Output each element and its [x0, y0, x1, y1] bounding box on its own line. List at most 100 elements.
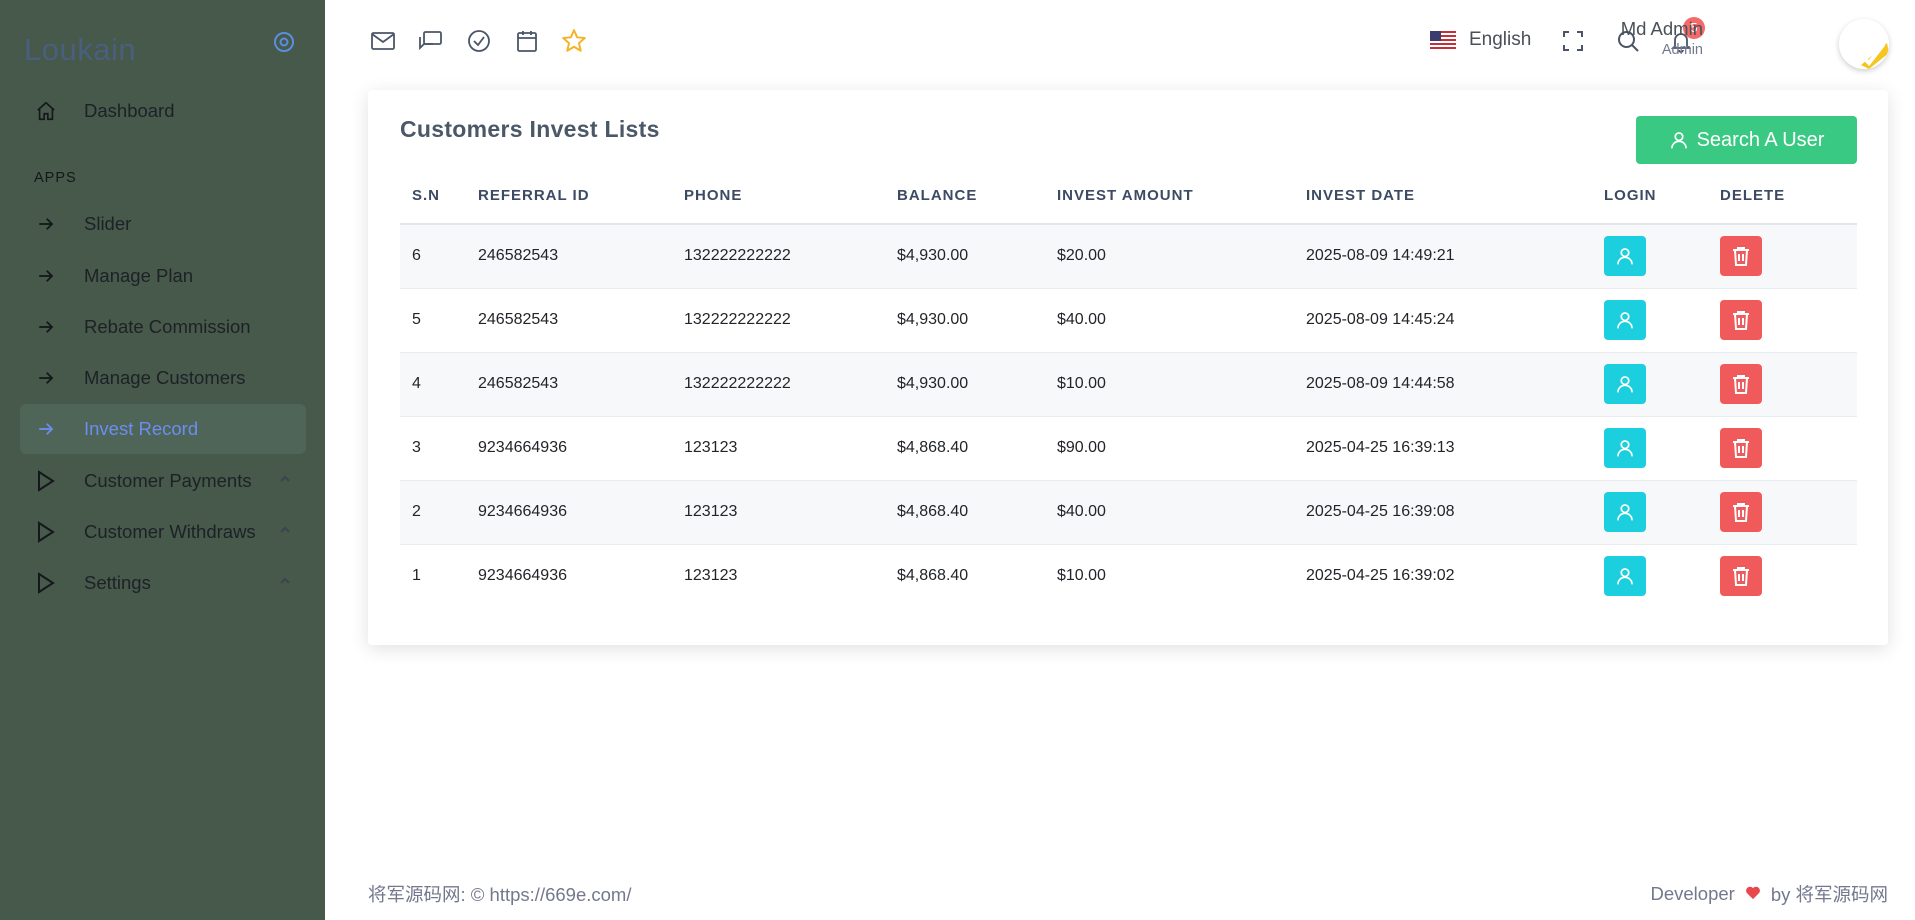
user-name[interactable]: Md Admin	[1621, 18, 1703, 40]
cell-login	[1604, 544, 1720, 608]
delete-button[interactable]	[1720, 364, 1762, 404]
cell-delete	[1720, 224, 1857, 289]
avatar[interactable]	[1839, 19, 1889, 69]
arrow-right-icon	[34, 366, 58, 390]
sidebar-item-manage-plan[interactable]: Manage Plan	[20, 251, 306, 301]
cell-invest-date: 2025-08-09 14:44:58	[1306, 352, 1604, 417]
delete-button[interactable]	[1720, 492, 1762, 532]
table-row: 1 9234664936 123123 $4,868.40 $10.00 202…	[400, 544, 1857, 608]
trash-icon	[1733, 503, 1749, 522]
check-circle-icon[interactable]	[466, 28, 492, 54]
cell-balance: $4,930.00	[897, 288, 1057, 353]
cell-sn: 3	[400, 416, 478, 481]
card-title: Customers Invest Lists	[400, 116, 660, 142]
trash-icon	[1733, 567, 1749, 587]
login-as-user-button[interactable]	[1604, 364, 1646, 404]
arrow-right-icon	[34, 417, 58, 441]
col-header-delete: DELETE	[1720, 168, 1857, 225]
login-as-user-button[interactable]	[1604, 556, 1646, 597]
login-as-user-button[interactable]	[1604, 492, 1646, 532]
sidebar-item-slider[interactable]: Slider	[20, 199, 306, 249]
language-selector[interactable]: English	[1430, 26, 1531, 54]
cell-invest-date: 2025-04-25 16:39:13	[1306, 416, 1604, 481]
col-header-invest-amount: INVEST AMOUNT	[1057, 168, 1306, 225]
cell-sn: 2	[400, 480, 478, 545]
table-row: 6 246582543 132222222222 $4,930.00 $20.0…	[400, 224, 1857, 289]
play-icon	[34, 469, 58, 493]
sidebar-item-customer-payments[interactable]: Customer Payments	[20, 456, 306, 506]
arrow-right-icon	[34, 264, 58, 288]
arrow-right-icon	[34, 315, 58, 339]
col-header-balance: BALANCE	[897, 168, 1057, 225]
us-flag-icon	[1430, 31, 1456, 49]
sidebar-item-label: Manage Customers	[84, 367, 246, 388]
cell-delete	[1720, 352, 1857, 417]
user-role: Admin	[1661, 42, 1703, 58]
user-icon	[1617, 312, 1633, 329]
cell-referral-id: 246582543	[478, 352, 684, 417]
cell-phone: 123123	[684, 480, 897, 545]
cell-delete	[1720, 288, 1857, 353]
delete-button[interactable]	[1720, 300, 1762, 340]
sidebar-item-manage-customers[interactable]: Manage Customers	[20, 353, 306, 403]
cell-balance: $4,930.00	[897, 224, 1057, 289]
mail-icon[interactable]	[370, 28, 396, 54]
sidebar-item-label: Settings	[84, 572, 151, 593]
fullscreen-icon[interactable]	[1560, 28, 1586, 54]
calendar-icon[interactable]	[514, 28, 540, 54]
cell-phone: 132222222222	[684, 224, 897, 289]
login-as-user-button[interactable]	[1604, 236, 1646, 277]
sidebar-item-label: Dashboard	[84, 100, 175, 121]
col-header-invest-date: INVEST DATE	[1306, 168, 1604, 225]
user-icon	[1617, 248, 1633, 265]
cell-phone: 132222222222	[684, 352, 897, 417]
cell-referral-id: 246582543	[478, 224, 684, 289]
delete-button[interactable]	[1720, 556, 1762, 597]
chat-icon[interactable]	[417, 28, 443, 54]
cell-balance: $4,868.40	[897, 480, 1057, 545]
sidebar-item-invest-record[interactable]: Invest Record	[20, 404, 306, 454]
cell-delete	[1720, 544, 1857, 608]
col-header-referral-id: REFERRAL ID	[478, 168, 684, 225]
cell-invest-date: 2025-08-09 14:49:21	[1306, 224, 1604, 289]
search-user-button[interactable]: Search A User	[1636, 116, 1857, 164]
cell-invest-date: 2025-04-25 16:39:08	[1306, 480, 1604, 545]
sidebar-item-label: Invest Record	[84, 418, 199, 439]
cell-login	[1604, 416, 1720, 481]
play-icon	[34, 520, 58, 544]
sidebar-item-rebate-commission[interactable]: Rebate Commission	[20, 302, 306, 352]
cell-delete	[1720, 480, 1857, 545]
menu-toggle-icon[interactable]	[272, 30, 296, 54]
cell-phone: 123123	[684, 567, 738, 585]
cell-invest-amount: $20.00	[1057, 224, 1306, 289]
table-row: 5 246582543 132222222222 $4,930.00 $40.0…	[400, 288, 1857, 353]
delete-button[interactable]	[1720, 236, 1762, 277]
cell-login	[1604, 352, 1720, 417]
cell-invest-amount: $40.00	[1057, 288, 1306, 353]
sidebar-item-label: Slider	[84, 213, 132, 234]
brand-logo[interactable]: Loukain	[24, 32, 136, 68]
delete-button[interactable]	[1720, 428, 1762, 468]
sidebar-item-settings[interactable]: Settings	[20, 558, 306, 608]
user-icon	[1670, 132, 1687, 149]
cell-login	[1604, 480, 1720, 545]
trash-icon	[1733, 311, 1749, 330]
cell-delete	[1720, 416, 1857, 481]
col-header-login: LOGIN	[1604, 168, 1720, 225]
cell-invest-amount: $10.00	[1057, 567, 1106, 585]
sidebar: Loukain Dashboard APPS Slider Manage Pla…	[0, 0, 325, 920]
login-as-user-button[interactable]	[1604, 428, 1646, 468]
sidebar-item-customer-withdraws[interactable]: Customer Withdraws	[20, 507, 306, 557]
cell-invest-date: 2025-08-09 14:45:24	[1306, 288, 1604, 353]
login-as-user-button[interactable]	[1604, 300, 1646, 340]
invest-table: S.N REFERRAL ID PHONE BALANCE INVEST AMO…	[400, 168, 1857, 608]
home-icon	[34, 99, 58, 123]
cell-referral-id: 9234664936	[478, 567, 567, 585]
chevron-up-icon	[278, 472, 292, 486]
table-header-row: S.N REFERRAL ID PHONE BALANCE INVEST AMO…	[400, 168, 1857, 225]
cell-sn: 6	[400, 224, 478, 289]
star-icon[interactable]	[561, 28, 587, 54]
sidebar-item-dashboard[interactable]: Dashboard	[20, 86, 306, 136]
cell-phone: 132222222222	[684, 288, 897, 353]
user-icon	[1617, 376, 1633, 393]
